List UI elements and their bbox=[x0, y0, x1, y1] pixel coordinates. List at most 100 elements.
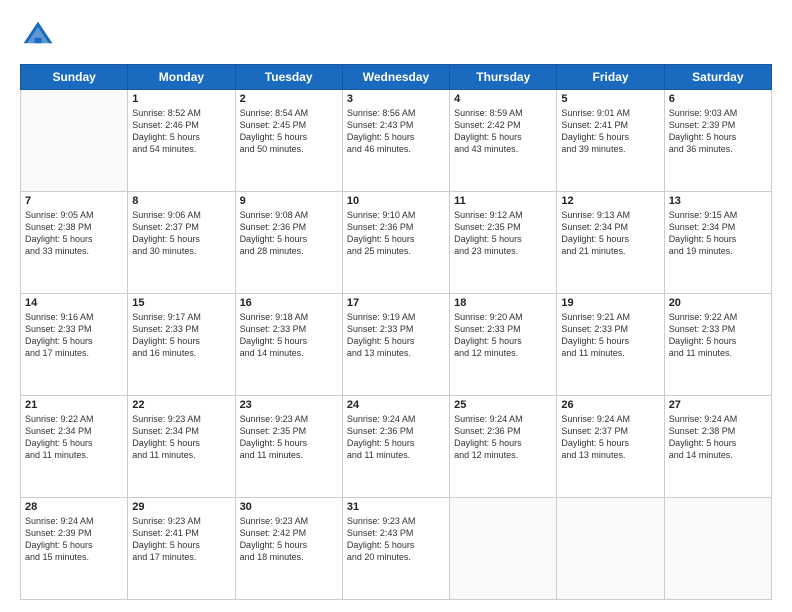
calendar-cell: 31Sunrise: 9:23 AM Sunset: 2:43 PM Dayli… bbox=[342, 498, 449, 600]
weekday-header-monday: Monday bbox=[128, 65, 235, 90]
day-number: 12 bbox=[561, 195, 659, 207]
weekday-header-row: SundayMondayTuesdayWednesdayThursdayFrid… bbox=[21, 65, 772, 90]
day-number: 17 bbox=[347, 297, 445, 309]
week-row-1: 1 Sunrise: 8:52 AM Sunset: 2:46 PM Daylig… bbox=[21, 90, 772, 192]
day-number: 25 bbox=[454, 399, 552, 411]
day-number: 8 bbox=[132, 195, 230, 207]
day-number: 15 bbox=[132, 297, 230, 309]
day-info: Sunrise: 9:05 AM Sunset: 2:38 PM Dayligh… bbox=[25, 209, 123, 258]
calendar-cell: 14 Sunrise: 9:16 AM Sunset: 2:33 PM Dayli… bbox=[21, 294, 128, 396]
calendar-cell: 1 Sunrise: 8:52 AM Sunset: 2:46 PM Daylig… bbox=[128, 90, 235, 192]
day-info: Sunrise: 9:22 AM Sunset: 2:34 PM Dayligh… bbox=[25, 413, 123, 462]
calendar-cell: 13 Sunrise: 9:15 AM Sunset: 2:34 PM Dayli… bbox=[664, 192, 771, 294]
weekday-header-sunday: Sunday bbox=[21, 65, 128, 90]
calendar-cell: 5 Sunrise: 9:01 AM Sunset: 2:41 PM Daylig… bbox=[557, 90, 664, 192]
day-info: Sunrise: 9:21 AM Sunset: 2:33 PM Dayligh… bbox=[561, 311, 659, 360]
day-info: Sunrise: 9:24 AM Sunset: 2:36 PM Dayligh… bbox=[454, 413, 552, 462]
day-number: 13 bbox=[669, 195, 767, 207]
day-number: 27 bbox=[669, 399, 767, 411]
day-info: Sunrise: 9:23 AM Sunset: 2:41 PM Dayligh… bbox=[132, 515, 230, 564]
day-info: Sunrise: 9:20 AM Sunset: 2:33 PM Dayligh… bbox=[454, 311, 552, 360]
calendar-cell: 28 Sunrise: 9:24 AM Sunset: 2:39 PM Dayli… bbox=[21, 498, 128, 600]
page: SundayMondayTuesdayWednesdayThursdayFrid… bbox=[0, 0, 792, 612]
day-info: Sunrise: 8:56 AM Sunset: 2:43 PM Dayligh… bbox=[347, 107, 445, 156]
calendar-cell: 24 Sunrise: 9:24 AM Sunset: 2:36 PM Dayli… bbox=[342, 396, 449, 498]
calendar-cell: 20Sunrise: 9:22 AM Sunset: 2:33 PM Dayli… bbox=[664, 294, 771, 396]
day-number: 3 bbox=[347, 93, 445, 105]
day-info: Sunrise: 9:15 AM Sunset: 2:34 PM Dayligh… bbox=[669, 209, 767, 258]
day-info: Sunrise: 9:23 AM Sunset: 2:35 PM Dayligh… bbox=[240, 413, 338, 462]
calendar-cell bbox=[21, 90, 128, 192]
day-info: Sunrise: 9:23 AM Sunset: 2:34 PM Dayligh… bbox=[132, 413, 230, 462]
calendar-cell: 11Sunrise: 9:12 AM Sunset: 2:35 PM Dayli… bbox=[450, 192, 557, 294]
calendar-cell: 30Sunrise: 9:23 AM Sunset: 2:42 PM Dayli… bbox=[235, 498, 342, 600]
day-info: Sunrise: 9:24 AM Sunset: 2:37 PM Dayligh… bbox=[561, 413, 659, 462]
calendar-cell: 2 Sunrise: 8:54 AM Sunset: 2:45 PM Daylig… bbox=[235, 90, 342, 192]
calendar-cell: 21 Sunrise: 9:22 AM Sunset: 2:34 PM Dayli… bbox=[21, 396, 128, 498]
calendar-cell: 3 Sunrise: 8:56 AM Sunset: 2:43 PM Daylig… bbox=[342, 90, 449, 192]
calendar-table: SundayMondayTuesdayWednesdayThursdayFrid… bbox=[20, 64, 772, 600]
calendar-cell: 26 Sunrise: 9:24 AM Sunset: 2:37 PM Dayli… bbox=[557, 396, 664, 498]
day-info: Sunrise: 9:18 AM Sunset: 2:33 PM Dayligh… bbox=[240, 311, 338, 360]
day-info: Sunrise: 9:08 AM Sunset: 2:36 PM Dayligh… bbox=[240, 209, 338, 258]
weekday-header-thursday: Thursday bbox=[450, 65, 557, 90]
day-number: 1 bbox=[132, 93, 230, 105]
day-number: 18 bbox=[454, 297, 552, 309]
calendar-cell: 29Sunrise: 9:23 AM Sunset: 2:41 PM Dayli… bbox=[128, 498, 235, 600]
day-info: Sunrise: 9:19 AM Sunset: 2:33 PM Dayligh… bbox=[347, 311, 445, 360]
day-info: Sunrise: 8:52 AM Sunset: 2:46 PM Dayligh… bbox=[132, 107, 230, 156]
day-number: 28 bbox=[25, 501, 123, 513]
calendar-cell: 15 Sunrise: 9:17 AM Sunset: 2:33 PM Dayli… bbox=[128, 294, 235, 396]
calendar-cell: 8 Sunrise: 9:06 AM Sunset: 2:37 PM Daylig… bbox=[128, 192, 235, 294]
day-number: 31 bbox=[347, 501, 445, 513]
day-info: Sunrise: 9:10 AM Sunset: 2:36 PM Dayligh… bbox=[347, 209, 445, 258]
day-number: 16 bbox=[240, 297, 338, 309]
day-number: 22 bbox=[132, 399, 230, 411]
week-row-3: 14 Sunrise: 9:16 AM Sunset: 2:33 PM Dayli… bbox=[21, 294, 772, 396]
day-info: Sunrise: 8:54 AM Sunset: 2:45 PM Dayligh… bbox=[240, 107, 338, 156]
day-number: 14 bbox=[25, 297, 123, 309]
day-info: Sunrise: 8:59 AM Sunset: 2:42 PM Dayligh… bbox=[454, 107, 552, 156]
day-number: 4 bbox=[454, 93, 552, 105]
logo bbox=[20, 18, 62, 54]
day-info: Sunrise: 9:03 AM Sunset: 2:39 PM Dayligh… bbox=[669, 107, 767, 156]
day-info: Sunrise: 9:01 AM Sunset: 2:41 PM Dayligh… bbox=[561, 107, 659, 156]
weekday-header-friday: Friday bbox=[557, 65, 664, 90]
calendar-cell: 18 Sunrise: 9:20 AM Sunset: 2:33 PM Dayli… bbox=[450, 294, 557, 396]
day-number: 10 bbox=[347, 195, 445, 207]
day-info: Sunrise: 9:23 AM Sunset: 2:42 PM Dayligh… bbox=[240, 515, 338, 564]
logo-icon bbox=[20, 18, 56, 54]
day-info: Sunrise: 9:24 AM Sunset: 2:38 PM Dayligh… bbox=[669, 413, 767, 462]
calendar-cell: 7Sunrise: 9:05 AM Sunset: 2:38 PM Daylig… bbox=[21, 192, 128, 294]
day-info: Sunrise: 9:06 AM Sunset: 2:37 PM Dayligh… bbox=[132, 209, 230, 258]
day-number: 21 bbox=[25, 399, 123, 411]
day-number: 23 bbox=[240, 399, 338, 411]
calendar-cell: 10 Sunrise: 9:10 AM Sunset: 2:36 PM Dayli… bbox=[342, 192, 449, 294]
calendar-cell bbox=[450, 498, 557, 600]
day-number: 11 bbox=[454, 195, 552, 207]
weekday-header-saturday: Saturday bbox=[664, 65, 771, 90]
day-number: 24 bbox=[347, 399, 445, 411]
day-number: 2 bbox=[240, 93, 338, 105]
calendar-cell: 12 Sunrise: 9:13 AM Sunset: 2:34 PM Dayli… bbox=[557, 192, 664, 294]
calendar-cell: 16 Sunrise: 9:18 AM Sunset: 2:33 PM Dayli… bbox=[235, 294, 342, 396]
calendar-cell: 6Sunrise: 9:03 AM Sunset: 2:39 PM Daylig… bbox=[664, 90, 771, 192]
weekday-header-tuesday: Tuesday bbox=[235, 65, 342, 90]
day-info: Sunrise: 9:13 AM Sunset: 2:34 PM Dayligh… bbox=[561, 209, 659, 258]
week-row-4: 21 Sunrise: 9:22 AM Sunset: 2:34 PM Dayli… bbox=[21, 396, 772, 498]
calendar-cell: 9Sunrise: 9:08 AM Sunset: 2:36 PM Daylig… bbox=[235, 192, 342, 294]
day-info: Sunrise: 9:16 AM Sunset: 2:33 PM Dayligh… bbox=[25, 311, 123, 360]
calendar-cell bbox=[557, 498, 664, 600]
day-info: Sunrise: 9:22 AM Sunset: 2:33 PM Dayligh… bbox=[669, 311, 767, 360]
day-number: 26 bbox=[561, 399, 659, 411]
day-info: Sunrise: 9:17 AM Sunset: 2:33 PM Dayligh… bbox=[132, 311, 230, 360]
calendar-cell: 27 Sunrise: 9:24 AM Sunset: 2:38 PM Dayli… bbox=[664, 396, 771, 498]
day-number: 5 bbox=[561, 93, 659, 105]
calendar-cell: 19Sunrise: 9:21 AM Sunset: 2:33 PM Dayli… bbox=[557, 294, 664, 396]
calendar-cell bbox=[664, 498, 771, 600]
calendar-cell: 4 Sunrise: 8:59 AM Sunset: 2:42 PM Daylig… bbox=[450, 90, 557, 192]
day-info: Sunrise: 9:24 AM Sunset: 2:36 PM Dayligh… bbox=[347, 413, 445, 462]
day-info: Sunrise: 9:24 AM Sunset: 2:39 PM Dayligh… bbox=[25, 515, 123, 564]
weekday-header-wednesday: Wednesday bbox=[342, 65, 449, 90]
calendar-cell: 23 Sunrise: 9:23 AM Sunset: 2:35 PM Dayli… bbox=[235, 396, 342, 498]
